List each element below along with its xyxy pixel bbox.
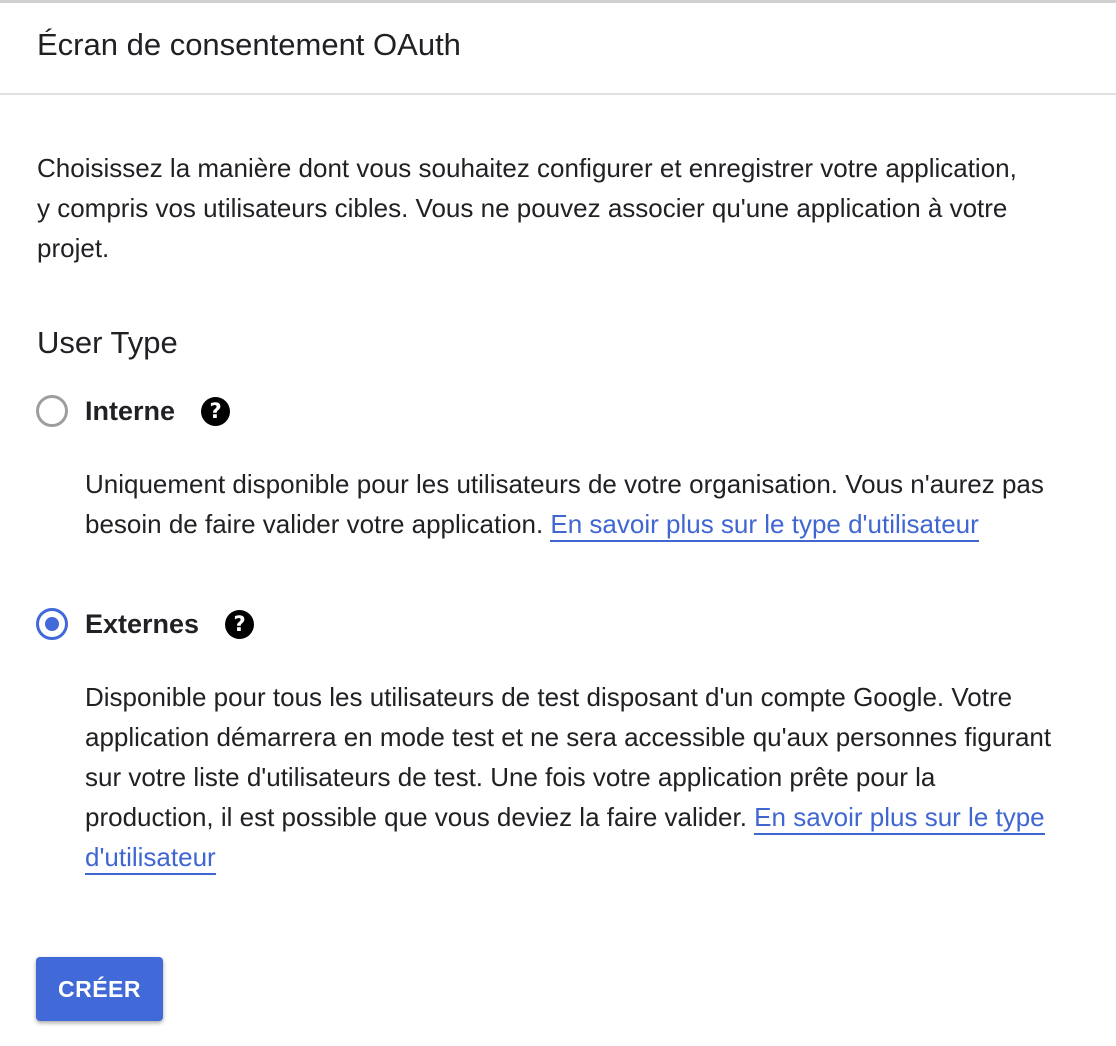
help-circle-icon[interactable]: ? xyxy=(225,609,255,639)
radio-option-internal[interactable]: Interne ? xyxy=(36,393,231,429)
internal-description: Uniquement disponible pour les utilisate… xyxy=(85,464,1060,544)
radio-internal[interactable] xyxy=(36,395,68,427)
page-title: Écran de consentement OAuth xyxy=(37,27,461,62)
create-button[interactable]: CRÉER xyxy=(36,957,163,1021)
oauth-consent-page: Écran de consentement OAuth Choisissez l… xyxy=(0,0,1116,1046)
page-header: Écran de consentement OAuth xyxy=(0,3,1116,95)
radio-internal-label[interactable]: Interne xyxy=(85,396,175,427)
radio-external[interactable] xyxy=(36,608,68,640)
intro-text: Choisissez la manière dont vous souhaite… xyxy=(37,153,1017,263)
external-description: Disponible pour tous les utilisateurs de… xyxy=(85,677,1060,877)
help-circle-icon[interactable]: ? xyxy=(201,396,231,426)
user-type-title: User Type xyxy=(37,325,178,360)
radio-option-external[interactable]: Externes ? xyxy=(36,606,255,642)
internal-learn-more-link[interactable]: En savoir plus sur le type d'utilisateur xyxy=(550,509,979,542)
radio-external-label[interactable]: Externes xyxy=(85,609,199,640)
